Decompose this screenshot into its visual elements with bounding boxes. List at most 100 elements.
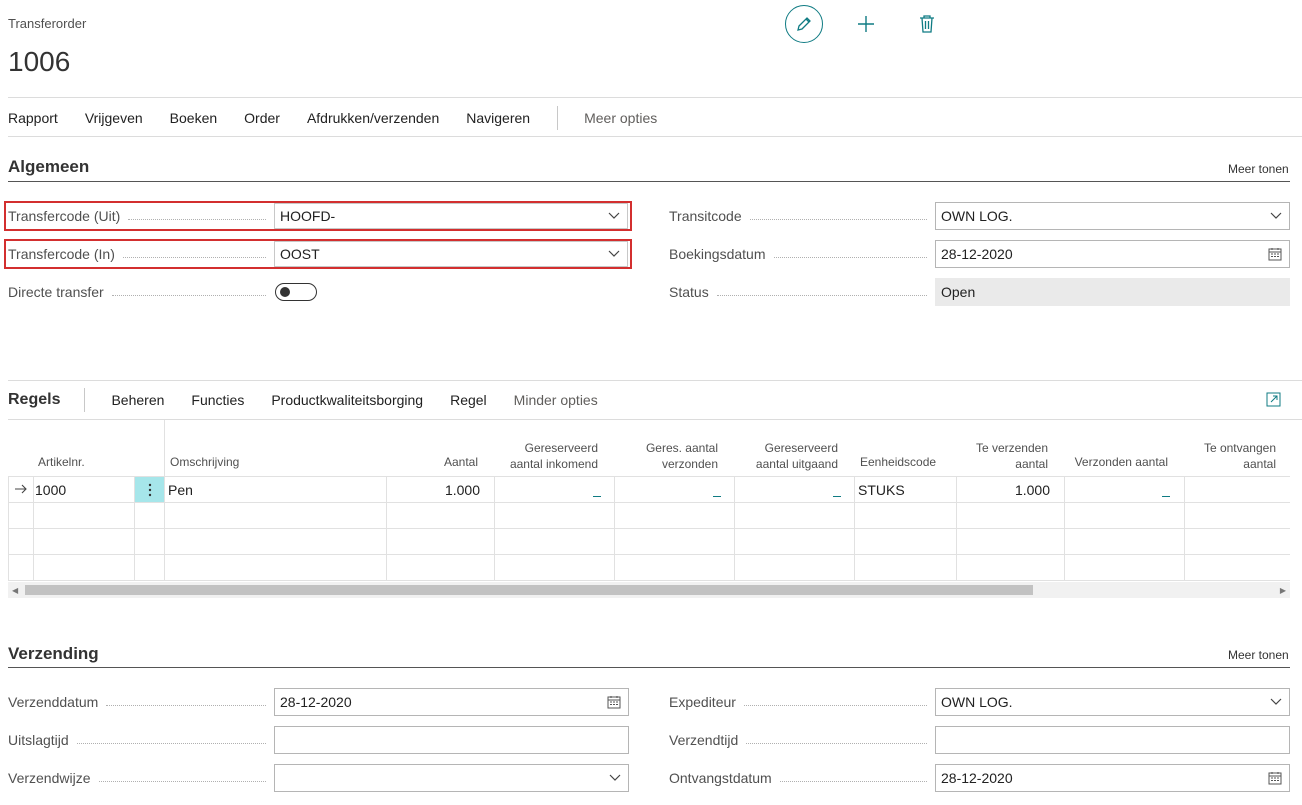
row-reserved-ship-link[interactable]: [713, 496, 721, 497]
grid-hline: [8, 580, 1290, 581]
action-vrijgeven[interactable]: Vrijgeven: [85, 110, 143, 126]
section-title-verzending[interactable]: Verzending: [8, 644, 99, 664]
posting-date-label: Boekingsdatum: [669, 241, 935, 267]
ship-method-field[interactable]: [274, 764, 629, 792]
more-vertical-icon: [148, 483, 151, 496]
status-label-text: Status: [669, 284, 709, 300]
ship-time-label: Verzendtijd: [669, 727, 935, 753]
col-reserved-in[interactable]: Gereserveerd aantal inkomend: [478, 440, 598, 472]
edit-button[interactable]: [785, 5, 823, 43]
chevron-down-icon[interactable]: [601, 250, 627, 258]
grid-vline: [164, 420, 165, 580]
posting-date-field[interactable]: 28-12-2020: [935, 240, 1290, 268]
direct-transfer-label: Directe transfer: [8, 279, 274, 305]
col-shipped[interactable]: Verzonden aantal: [1048, 454, 1168, 470]
delete-button[interactable]: [908, 5, 946, 43]
lines-action-regel[interactable]: Regel: [450, 392, 487, 408]
row-uom[interactable]: STUKS: [858, 482, 905, 498]
action-rapport[interactable]: Rapport: [8, 110, 58, 126]
transfer-to-label: Transfercode (In): [8, 241, 274, 267]
verzending-show-more[interactable]: Meer tonen: [1228, 648, 1289, 662]
row-reserved-in-link[interactable]: [593, 496, 601, 497]
row-shipped-link[interactable]: [1162, 496, 1170, 497]
transit-label-text: Transitcode: [669, 208, 742, 224]
action-navigeren[interactable]: Navigeren: [466, 110, 530, 126]
chevron-down-icon[interactable]: [601, 212, 627, 220]
trash-icon: [920, 15, 934, 33]
direct-transfer-toggle[interactable]: [275, 283, 317, 301]
transfer-to-field[interactable]: OOST: [274, 241, 628, 267]
status-field: Open: [935, 278, 1290, 306]
lines-title[interactable]: Regels: [8, 391, 60, 409]
outbound-time-label: Uitslagtijd: [8, 727, 274, 753]
row-arrow-icon: [14, 482, 28, 498]
lines-less-options[interactable]: Minder opties: [514, 392, 598, 408]
leader-dots: [716, 294, 927, 296]
calendar-icon[interactable]: [1261, 771, 1289, 785]
more-options-button[interactable]: Meer opties: [584, 110, 657, 126]
col-reserved-out-line2: aantal uitgaand: [755, 457, 838, 471]
ship-method-label: Verzendwijze: [8, 765, 274, 791]
scroll-left-icon[interactable]: ◀: [12, 586, 18, 595]
col-to-ship-line2: aantal: [1015, 457, 1048, 471]
chevron-down-icon[interactable]: [1263, 212, 1289, 220]
action-boeken[interactable]: Boeken: [170, 110, 217, 126]
leader-dots: [773, 256, 927, 258]
lines-action-bar: Regels Beheren Functies Productkwaliteit…: [8, 388, 625, 412]
lines-action-functies[interactable]: Functies: [191, 392, 244, 408]
carrier-field[interactable]: OWN LOG.: [935, 688, 1290, 716]
ship-date-label: Verzenddatum: [8, 689, 274, 715]
action-afdrukken[interactable]: Afdrukken/verzenden: [307, 110, 439, 126]
leader-dots: [106, 704, 266, 706]
grid-hline: [8, 476, 1290, 477]
posting-date-label-text: Boekingsdatum: [669, 246, 766, 262]
status-label: Status: [669, 279, 935, 305]
row-reserved-out-link[interactable]: [833, 496, 841, 497]
col-reserved-out[interactable]: Gereserveerd aantal uitgaand: [718, 440, 838, 472]
ship-time-label-text: Verzendtijd: [669, 732, 739, 748]
col-to-receive[interactable]: Te ontvangen aantal: [1156, 440, 1276, 472]
col-to-ship[interactable]: Te verzenden aantal: [928, 440, 1048, 472]
posting-date-value: 28-12-2020: [941, 246, 1013, 262]
col-reserved-in-line1: Gereserveerd: [524, 441, 598, 455]
ship-date-field[interactable]: 28-12-2020: [274, 688, 629, 716]
ship-date-value: 28-12-2020: [280, 694, 352, 710]
lines-grid: Artikelnr. Omschrijving Aantal Gereserve…: [8, 420, 1290, 582]
outbound-time-label-text: Uitslagtijd: [8, 732, 69, 748]
row-quantity[interactable]: 1.000: [388, 482, 480, 498]
ship-time-field[interactable]: [935, 726, 1290, 754]
lines-action-beheren[interactable]: Beheren: [111, 392, 164, 408]
transit-value: OWN LOG.: [941, 208, 1013, 224]
scroll-right-icon[interactable]: ▶: [1280, 586, 1286, 595]
scrollbar-thumb[interactable]: [25, 585, 1033, 595]
col-description[interactable]: Omschrijving: [170, 454, 239, 470]
receipt-date-field[interactable]: 28-12-2020: [935, 764, 1290, 792]
chevron-down-icon[interactable]: [602, 774, 628, 782]
calendar-icon[interactable]: [1261, 247, 1289, 261]
transfer-from-label-text: Transfercode (Uit): [8, 208, 121, 224]
col-item-no[interactable]: Artikelnr.: [38, 454, 85, 470]
row-to-ship[interactable]: 1.000: [958, 482, 1050, 498]
leader-dots: [128, 218, 266, 220]
lines-action-kwaliteit[interactable]: Productkwaliteitsborging: [271, 392, 423, 408]
algemeen-rule: [8, 181, 1290, 182]
add-button[interactable]: [847, 5, 885, 43]
transit-field[interactable]: OWN LOG.: [935, 202, 1290, 230]
row-item-no[interactable]: 1000: [35, 482, 66, 498]
horizontal-scrollbar[interactable]: ◀ ▶: [8, 582, 1290, 598]
action-order[interactable]: Order: [244, 110, 280, 126]
grid-hline: [8, 502, 1290, 503]
col-quantity[interactable]: Aantal: [388, 454, 478, 470]
col-reserved-ship[interactable]: Geres. aantal verzonden: [598, 440, 718, 472]
row-menu-button[interactable]: [135, 477, 164, 502]
expand-icon[interactable]: [1266, 392, 1281, 410]
algemeen-show-more[interactable]: Meer tonen: [1228, 162, 1289, 176]
direct-transfer-label-text: Directe transfer: [8, 284, 104, 300]
row-description[interactable]: Pen: [168, 482, 193, 498]
col-uom[interactable]: Eenheidscode: [860, 454, 936, 470]
section-title-algemeen[interactable]: Algemeen: [8, 157, 89, 177]
outbound-time-field[interactable]: [274, 726, 629, 754]
chevron-down-icon[interactable]: [1263, 698, 1289, 706]
transfer-from-field[interactable]: HOOFD-: [274, 203, 628, 229]
calendar-icon[interactable]: [600, 695, 628, 709]
